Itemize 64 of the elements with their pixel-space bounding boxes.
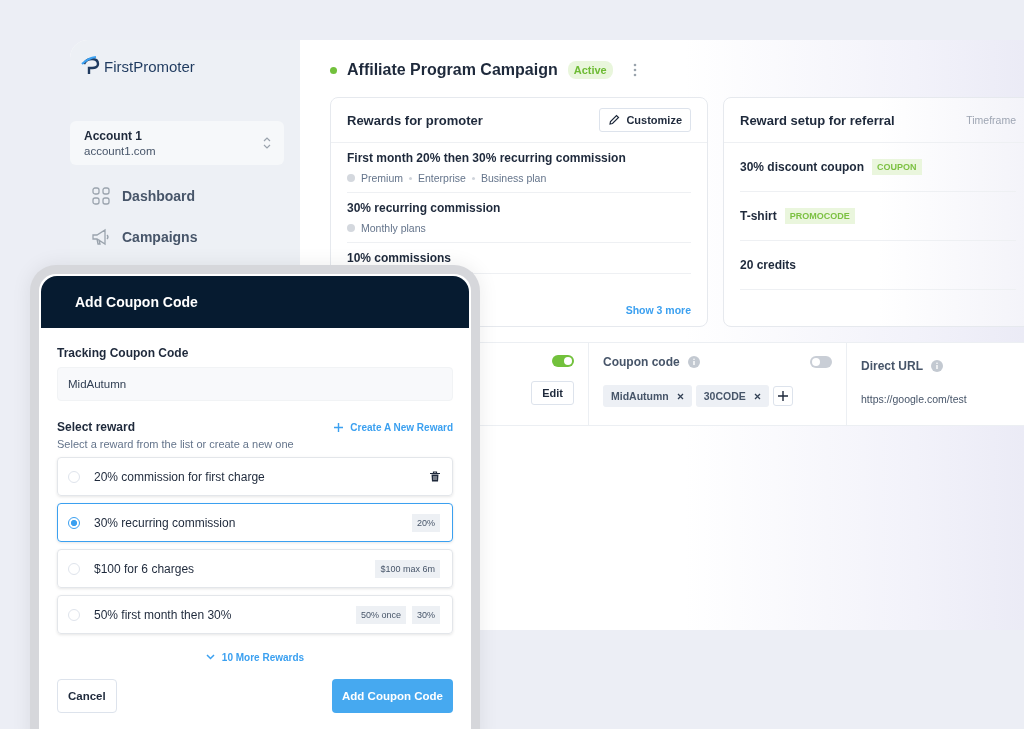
grid-icon <box>92 187 110 205</box>
separator-dot <box>471 176 475 180</box>
nav-item[interactable]: Dashboard <box>70 186 300 206</box>
plan-label: Business plan <box>480 172 547 184</box>
field-label: Coupon code <box>603 355 680 369</box>
code-chip: 30CODE <box>695 385 769 407</box>
customize-button[interactable]: Customize <box>599 108 691 132</box>
remove-icon[interactable] <box>753 392 761 400</box>
reward-tag: PROMOCODE <box>784 208 855 224</box>
reward-badge: $100 max 6m <box>375 559 440 578</box>
plus-icon <box>334 422 344 432</box>
reward-badge: 20% <box>412 513 440 532</box>
reward-title: First month 20% then 30% recurring commission <box>347 151 627 165</box>
nav-item[interactable]: Campaigns <box>70 227 300 247</box>
coupon-code-field[interactable]: MidAutumn <box>57 367 453 401</box>
reward-title: 10% commissions <box>347 251 453 265</box>
reward-title: T-shirt <box>740 209 777 223</box>
field-hint: Select a reward from the list or create a new one <box>57 438 295 450</box>
status-badge: Active <box>567 61 613 79</box>
account-switcher[interactable]: Account 1 account1.com <box>70 121 284 165</box>
plan-label: Monthly plans <box>361 222 426 234</box>
reward-title: 20 credits <box>740 258 797 272</box>
logo-icon <box>80 56 102 76</box>
plan-dot-icon <box>347 224 355 232</box>
code-chip: MidAutumn <box>603 385 692 407</box>
chevron-down-icon <box>205 654 215 660</box>
plan-label: Enterprise <box>418 172 466 184</box>
card-title: Rewards for promoter <box>347 112 483 128</box>
separator-dot <box>409 176 412 180</box>
card-title: Reward setup for referral <box>740 112 895 128</box>
field-label: Select reward <box>57 420 136 434</box>
field-label: Tracking Coupon Code <box>57 346 190 360</box>
column-header: Timeframe <box>966 114 1016 126</box>
field-label: Direct URL <box>861 359 923 373</box>
radio-button[interactable] <box>68 516 80 529</box>
reward-option[interactable]: 20% commission for first charge <box>57 457 453 496</box>
pencil-icon <box>608 114 621 126</box>
plan-dot-icon <box>347 174 355 182</box>
direct-url: https://google.com/test <box>861 393 968 405</box>
more-options-icon[interactable] <box>632 63 637 77</box>
modal-title: Add Coupon Code <box>75 294 198 310</box>
reward-option[interactable]: 50% first month then 30% 50% once 30% <box>57 595 453 634</box>
toggle-switch[interactable] <box>552 355 574 367</box>
info-icon <box>687 356 700 368</box>
reward-title: 30% discount coupon <box>740 160 864 174</box>
reward-tag: COUPON <box>872 159 922 175</box>
reward-badge: 50% once <box>355 605 406 624</box>
logo-text: FirstPromoter <box>104 57 195 75</box>
remove-icon[interactable] <box>676 392 684 400</box>
trash-icon[interactable] <box>430 471 440 482</box>
plus-icon <box>777 391 788 401</box>
reward-badge: 30% <box>412 605 440 624</box>
reward-title: 30% recurring commission <box>347 201 502 215</box>
megaphone-icon <box>92 228 110 246</box>
info-icon <box>931 360 943 372</box>
toggle-switch[interactable] <box>810 356 832 368</box>
add-button[interactable] <box>772 386 793 406</box>
reward-option[interactable]: $100 for 6 charges $100 max 6m <box>57 549 453 588</box>
campaign-title: Affiliate Program Campaign <box>347 61 558 79</box>
plan-label: Premium <box>361 172 403 184</box>
edit-button[interactable]: Edit <box>531 381 574 405</box>
up-down-chevron-icon <box>262 135 272 151</box>
cancel-button[interactable]: Cancel <box>57 679 117 713</box>
reward-option[interactable]: 30% recurring commission 20% <box>57 503 453 542</box>
